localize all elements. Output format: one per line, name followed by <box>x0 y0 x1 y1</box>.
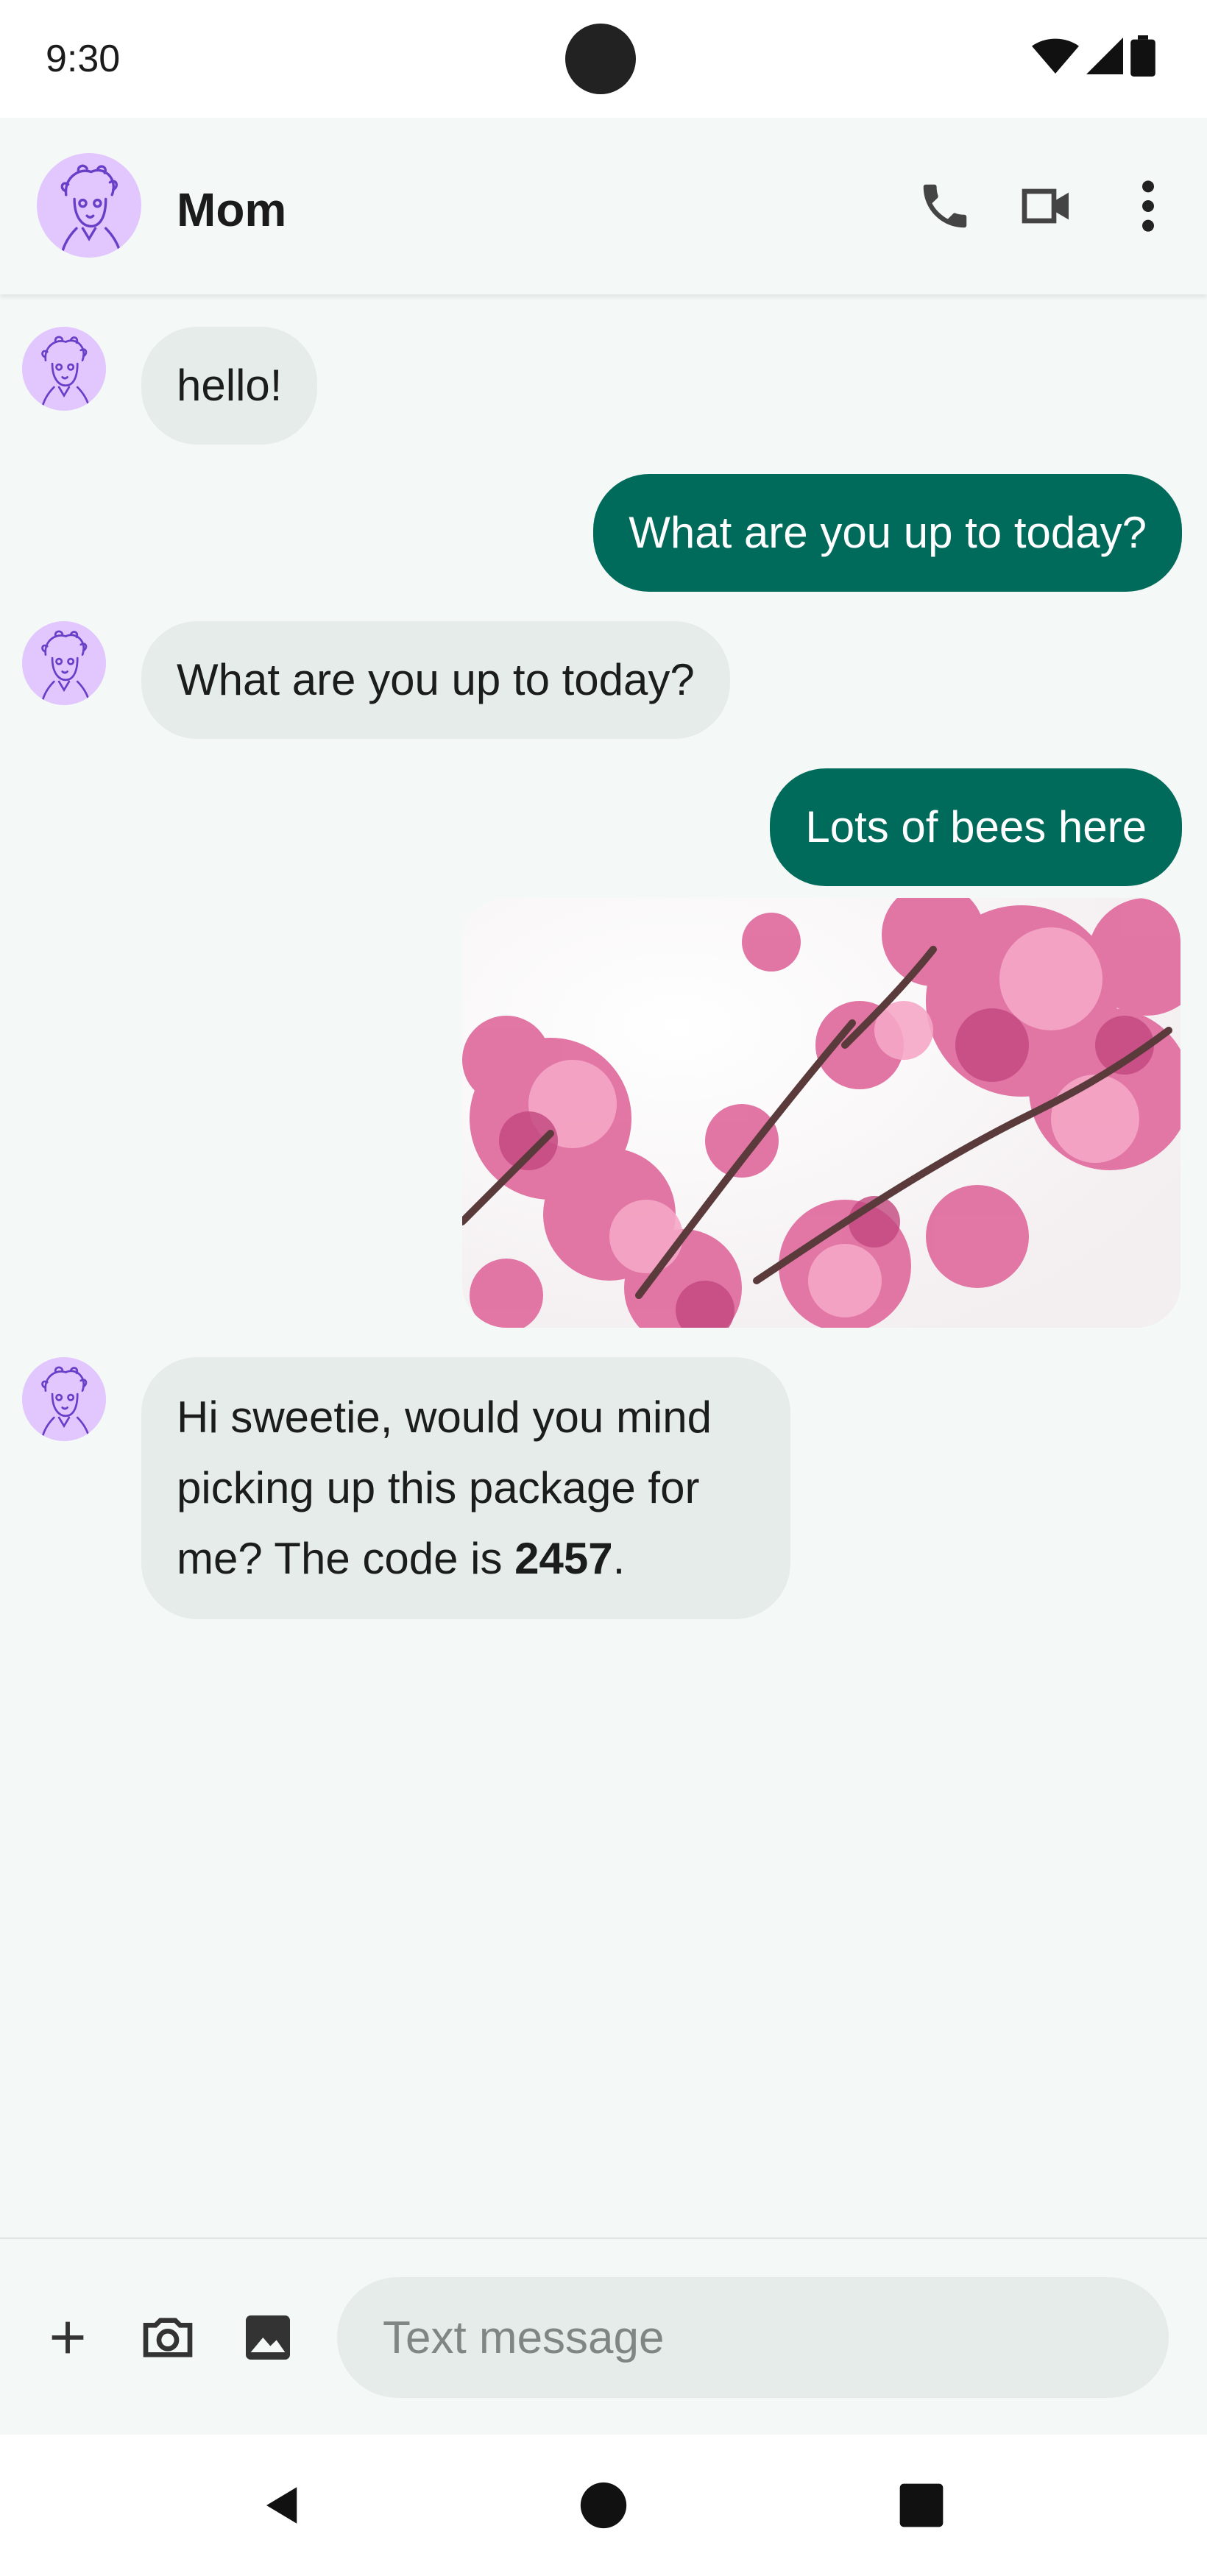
incoming-message[interactable]: hello! <box>141 327 318 445</box>
phone-icon[interactable] <box>916 177 974 236</box>
status-icons <box>1032 35 1155 80</box>
wifi-icon <box>1032 38 1079 78</box>
status-bar: 9:30 <box>0 0 1207 118</box>
message-text: What are you up to today? <box>177 655 695 704</box>
image-message[interactable] <box>462 898 1181 1328</box>
message-list[interactable]: hello! What are you up to today? What ar… <box>0 294 1207 2237</box>
status-time: 9:30 <box>46 38 121 80</box>
contact-avatar[interactable] <box>37 153 141 258</box>
contact-name[interactable]: Mom <box>177 183 286 237</box>
home-nav-icon[interactable] <box>574 2476 633 2535</box>
battery-icon <box>1130 35 1155 80</box>
message-text: hello! <box>177 361 283 410</box>
contact-avatar-small <box>22 1357 106 1441</box>
back-nav-icon[interactable] <box>253 2476 312 2535</box>
contact-avatar-small <box>22 621 106 705</box>
contact-avatar-small <box>22 327 106 411</box>
message-text: What are you up to today? <box>629 508 1147 557</box>
cell-signal-icon <box>1086 37 1123 78</box>
outgoing-message[interactable]: What are you up to today? <box>593 474 1182 592</box>
video-call-icon[interactable] <box>1017 177 1076 236</box>
outgoing-message[interactable]: Lots of bees here <box>770 768 1182 886</box>
conversation-app-bar: Mom <box>0 118 1207 294</box>
package-code: 2457 <box>514 1534 613 1583</box>
compose-bar: Text message <box>0 2237 1207 2436</box>
message-text: Lots of bees here <box>805 802 1147 852</box>
more-vert-icon[interactable] <box>1119 177 1178 236</box>
add-icon[interactable] <box>38 2308 97 2367</box>
recents-nav-icon[interactable] <box>892 2476 951 2535</box>
message-text-end: . <box>612 1534 626 1583</box>
image-icon[interactable] <box>238 2308 297 2367</box>
message-input-placeholder: Text message <box>383 2312 665 2363</box>
message-text: Hi sweetie, would you mind picking up th… <box>177 1393 712 1583</box>
system-nav-bar <box>0 2435 1207 2576</box>
message-input[interactable]: Text message <box>337 2277 1169 2398</box>
incoming-message[interactable]: Hi sweetie, would you mind picking up th… <box>141 1357 790 1619</box>
incoming-message[interactable]: What are you up to today? <box>141 621 730 739</box>
cherry-blossom-photo <box>462 898 1181 1328</box>
camera-icon[interactable] <box>138 2308 197 2367</box>
camera-cutout <box>565 24 636 94</box>
